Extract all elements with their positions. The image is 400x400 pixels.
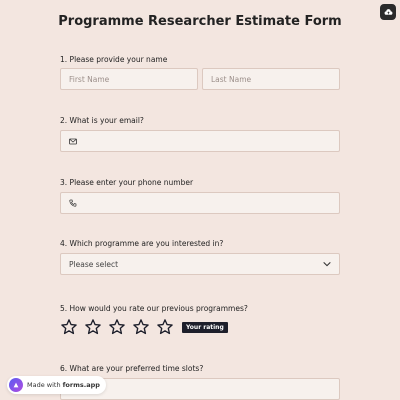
rating-badge: Your rating: [182, 321, 228, 333]
question-programme-label: 4. Which programme are you interested in…: [60, 239, 224, 248]
star-icon[interactable]: [60, 318, 78, 336]
phone-icon: [69, 197, 81, 209]
forms-app-logo-icon: [9, 378, 23, 392]
last-name-input[interactable]: Last Name: [202, 68, 340, 90]
star-icon[interactable]: [84, 318, 102, 336]
question-phone-label: 3. Please enter your phone number: [60, 178, 194, 187]
star-icon[interactable]: [108, 318, 126, 336]
first-name-input[interactable]: First Name: [60, 68, 198, 90]
question-rating-label: 5. How would you rate our previous progr…: [60, 304, 248, 313]
made-with-badge[interactable]: Made with forms.app: [7, 376, 106, 394]
programme-select-value: Please select: [69, 259, 119, 269]
question-name-label: 1. Please provide your name: [60, 55, 168, 64]
page-title: Programme Researcher Estimate Form: [58, 14, 342, 29]
brand-name: forms.app: [62, 381, 100, 389]
phone-input[interactable]: [60, 192, 340, 214]
rating-stars: Your rating: [60, 318, 228, 336]
email-input[interactable]: [60, 130, 340, 152]
programme-select[interactable]: Please select: [60, 253, 340, 275]
envelope-icon: [69, 135, 81, 147]
last-name-placeholder: Last Name: [211, 74, 252, 84]
star-icon[interactable]: [156, 318, 174, 336]
question-email-label: 2. What is your email?: [60, 116, 144, 125]
star-icon[interactable]: [132, 318, 150, 336]
question-time-slots-label: 6. What are your preferred time slots?: [60, 364, 204, 373]
chevron-down-icon: [323, 260, 331, 269]
made-with-text: Made with: [27, 381, 61, 389]
first-name-placeholder: First Name: [69, 74, 110, 84]
